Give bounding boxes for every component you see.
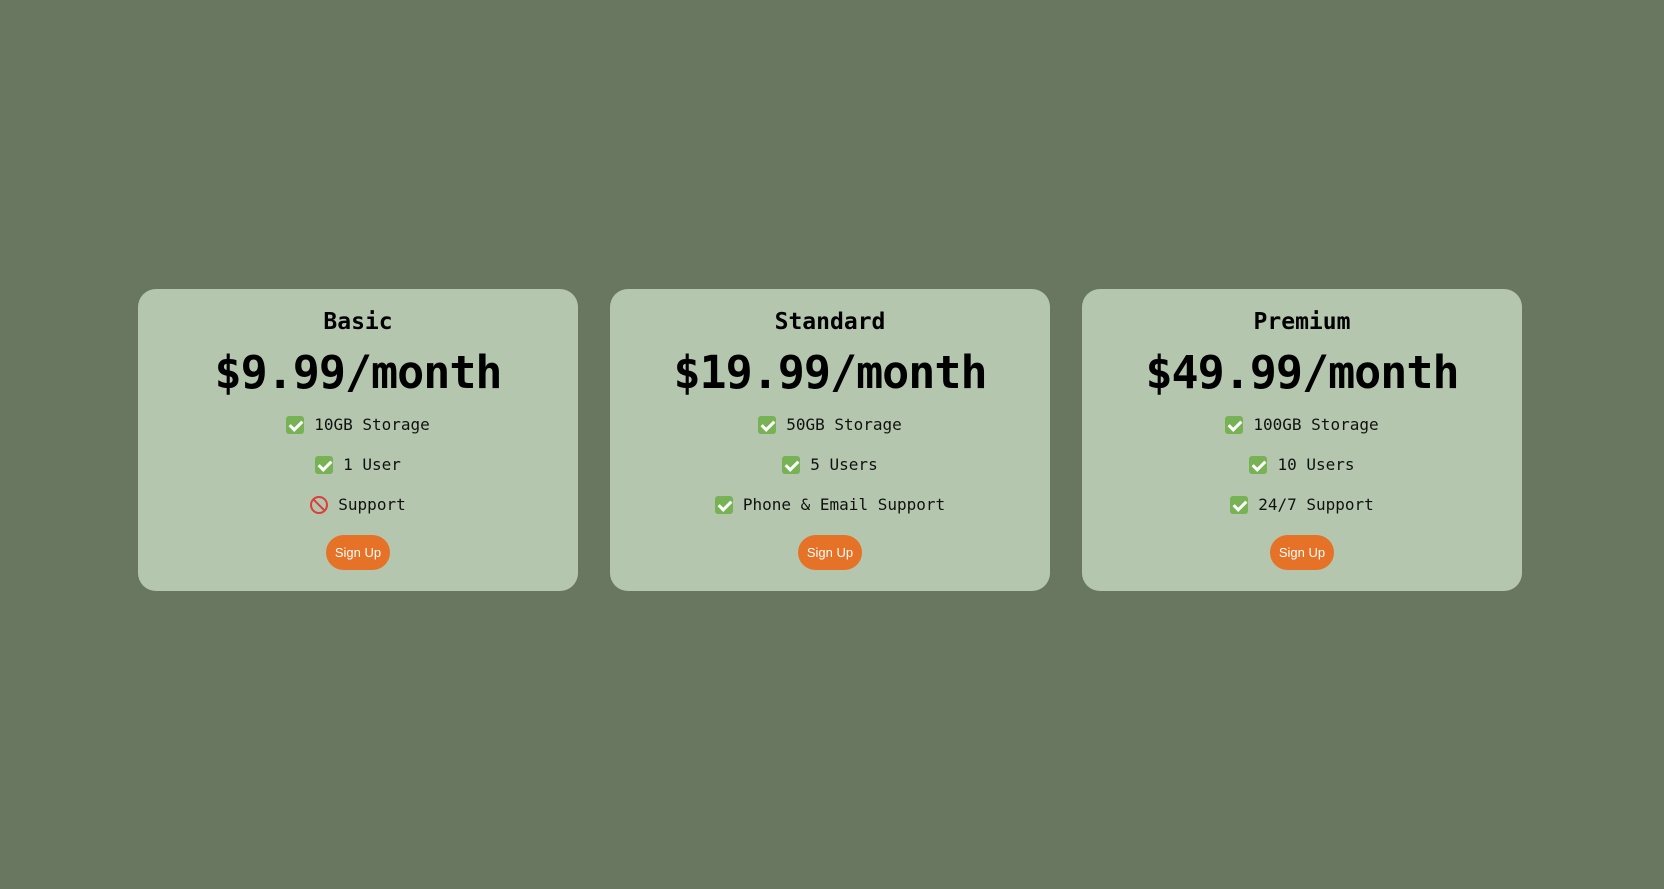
pricing-card-basic: Basic $9.99/month 10GB Storage 1 User Su… — [138, 289, 578, 591]
prohibited-icon — [310, 496, 329, 514]
pricing-cards: Basic $9.99/month 10GB Storage 1 User Su… — [138, 289, 1522, 591]
check-icon — [1225, 416, 1244, 434]
feature-label: 10 Users — [1277, 455, 1355, 474]
feature-label: 50GB Storage — [786, 415, 902, 434]
feature-list: 50GB Storage 5 Users Phone & Email Suppo… — [714, 405, 946, 525]
feature-label: 5 Users — [810, 455, 878, 474]
feature-label: Support — [338, 495, 406, 514]
pricing-card-standard: Standard $19.99/month 50GB Storage 5 Use… — [610, 289, 1050, 591]
feature-label: 10GB Storage — [314, 415, 430, 434]
feature-item: 5 Users — [782, 445, 878, 485]
plan-price: $9.99/month — [214, 346, 502, 399]
plan-name: Standard — [774, 309, 886, 335]
plan-name: Basic — [323, 309, 393, 335]
feature-item: 50GB Storage — [758, 405, 902, 445]
check-icon — [714, 496, 733, 514]
check-icon — [1230, 496, 1249, 514]
feature-item: 10GB Storage — [286, 405, 430, 445]
feature-item: Support — [310, 485, 406, 525]
feature-item: 10 Users — [1249, 445, 1355, 485]
feature-label: 100GB Storage — [1253, 415, 1379, 434]
feature-item: 100GB Storage — [1225, 405, 1379, 445]
plan-price: $49.99/month — [1145, 346, 1459, 399]
feature-label: 24/7 Support — [1258, 495, 1374, 514]
sign-up-button-premium[interactable]: Sign Up — [1269, 535, 1335, 570]
sign-up-button-basic[interactable]: Sign Up — [325, 535, 391, 570]
check-icon — [315, 456, 334, 474]
plan-name: Premium — [1253, 309, 1351, 335]
pricing-card-premium: Premium $49.99/month 100GB Storage 10 Us… — [1082, 289, 1522, 591]
check-icon — [782, 456, 801, 474]
feature-list: 10GB Storage 1 User Support — [286, 405, 430, 525]
check-icon — [286, 416, 305, 434]
plan-price: $19.99/month — [673, 346, 987, 399]
feature-item: 24/7 Support — [1230, 485, 1374, 525]
feature-label: 1 User — [343, 455, 401, 474]
feature-label: Phone & Email Support — [742, 495, 946, 514]
feature-item: 1 User — [315, 445, 401, 485]
feature-list: 100GB Storage 10 Users 24/7 Support — [1225, 405, 1379, 525]
feature-item: Phone & Email Support — [714, 485, 946, 525]
sign-up-button-standard[interactable]: Sign Up — [797, 535, 863, 570]
check-icon — [758, 416, 777, 434]
check-icon — [1249, 456, 1268, 474]
